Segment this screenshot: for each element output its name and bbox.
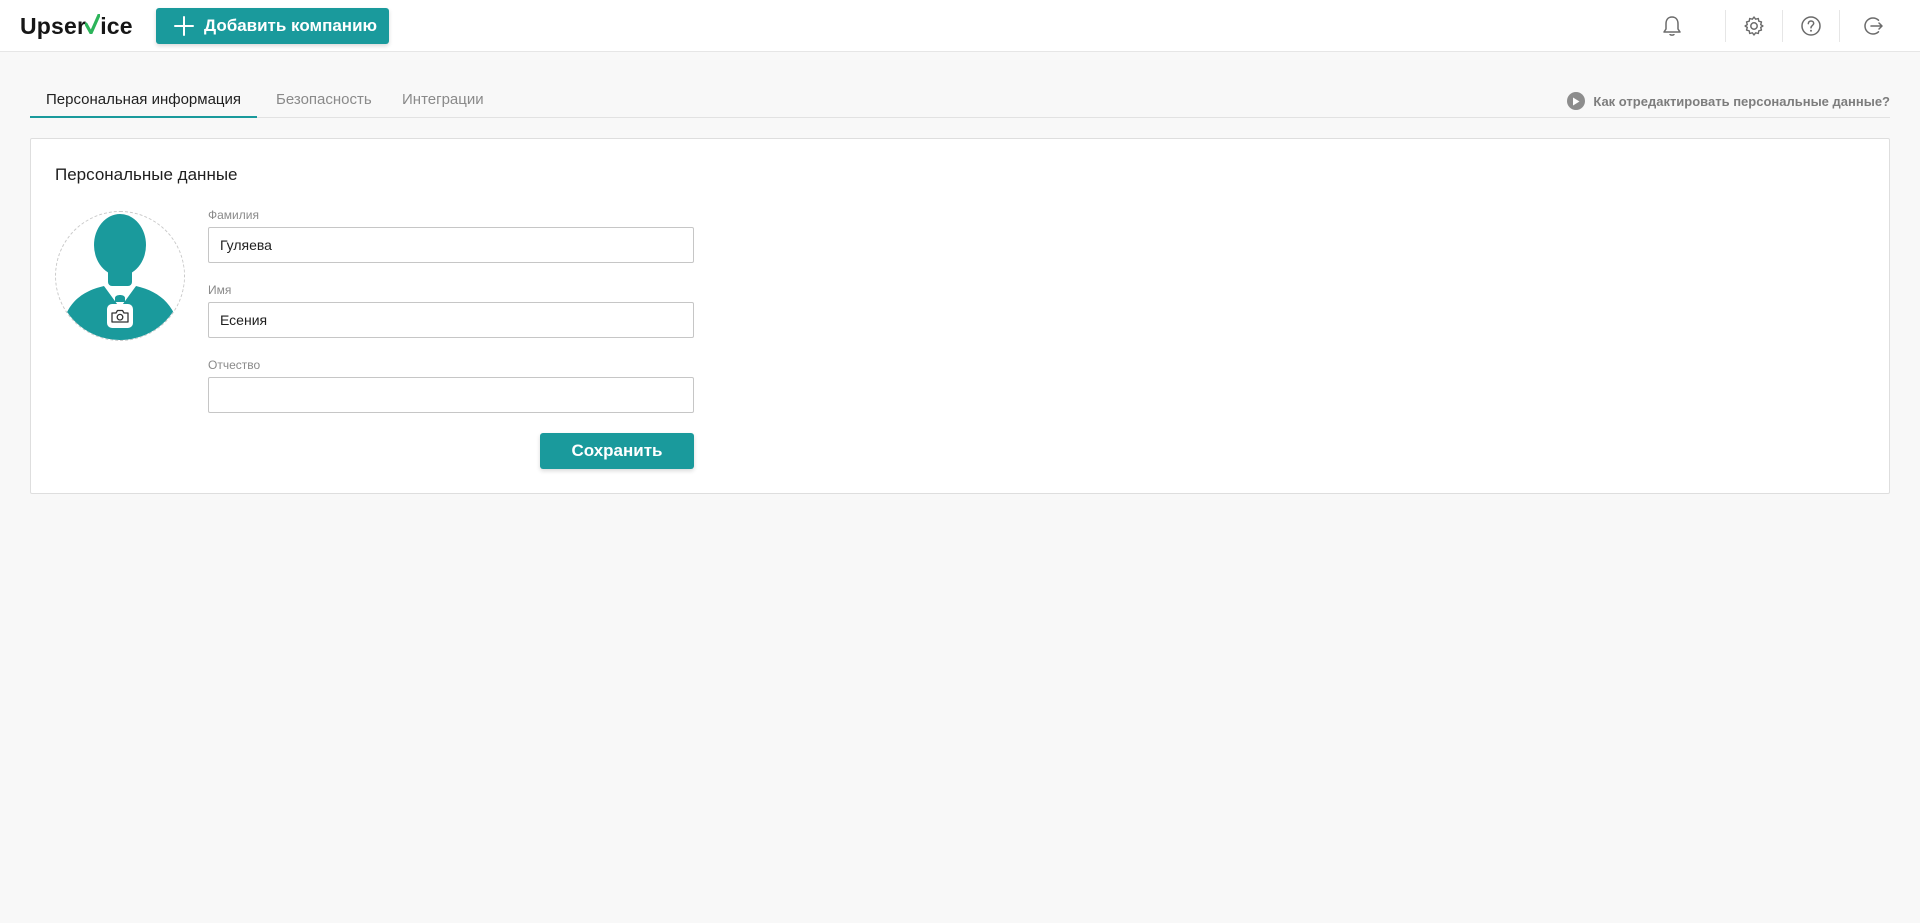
middle-name-label: Отчество bbox=[208, 358, 261, 372]
avatar-upload[interactable] bbox=[55, 211, 185, 341]
plus-icon bbox=[174, 16, 194, 36]
bell-icon[interactable] bbox=[1658, 12, 1686, 40]
last-name-field[interactable] bbox=[208, 227, 694, 263]
logo-check-icon bbox=[85, 12, 101, 34]
tab-label: Безопасность bbox=[276, 91, 372, 108]
add-company-label: Добавить компанию bbox=[204, 16, 378, 35]
logo-text-start: Upser bbox=[20, 13, 87, 39]
top-bar: Upser ice Добавить компанию bbox=[0, 0, 1920, 52]
save-button[interactable]: Сохранить bbox=[540, 433, 694, 469]
play-icon bbox=[1567, 92, 1586, 110]
help-link-label: Как отредактировать персональные данные? bbox=[1593, 93, 1890, 109]
first-name-label: Имя bbox=[208, 283, 232, 297]
header-divider bbox=[1725, 10, 1726, 42]
help-video-link[interactable]: Как отредактировать персональные данные? bbox=[1567, 92, 1890, 110]
header-divider bbox=[1839, 10, 1840, 42]
logo-text-end: ice bbox=[100, 13, 133, 39]
last-name-label: Фамилия bbox=[208, 208, 259, 222]
header-divider bbox=[1782, 10, 1783, 42]
middle-name-field[interactable] bbox=[208, 377, 694, 413]
camera-icon bbox=[107, 304, 133, 328]
tab-bar: Персональная информация Безопасность Инт… bbox=[30, 88, 1890, 118]
tab-security[interactable]: Безопасность bbox=[260, 88, 388, 118]
tab-integrations[interactable]: Интеграции bbox=[386, 88, 500, 118]
tab-label: Персональная информация bbox=[46, 91, 242, 108]
first-name-field[interactable] bbox=[208, 302, 694, 338]
card-title: Персональные данные bbox=[55, 165, 238, 184]
help-icon[interactable] bbox=[1797, 12, 1825, 40]
gear-icon[interactable] bbox=[1740, 12, 1768, 40]
personal-data-card: Персональные данные Фамилия Имя Отчество… bbox=[30, 138, 1890, 494]
logout-icon[interactable] bbox=[1859, 12, 1887, 40]
logo[interactable]: Upser ice bbox=[20, 12, 133, 40]
tab-label: Интеграции bbox=[402, 91, 484, 108]
add-company-button[interactable]: Добавить компанию bbox=[156, 8, 389, 44]
tab-personal-info[interactable]: Персональная информация bbox=[30, 88, 258, 118]
